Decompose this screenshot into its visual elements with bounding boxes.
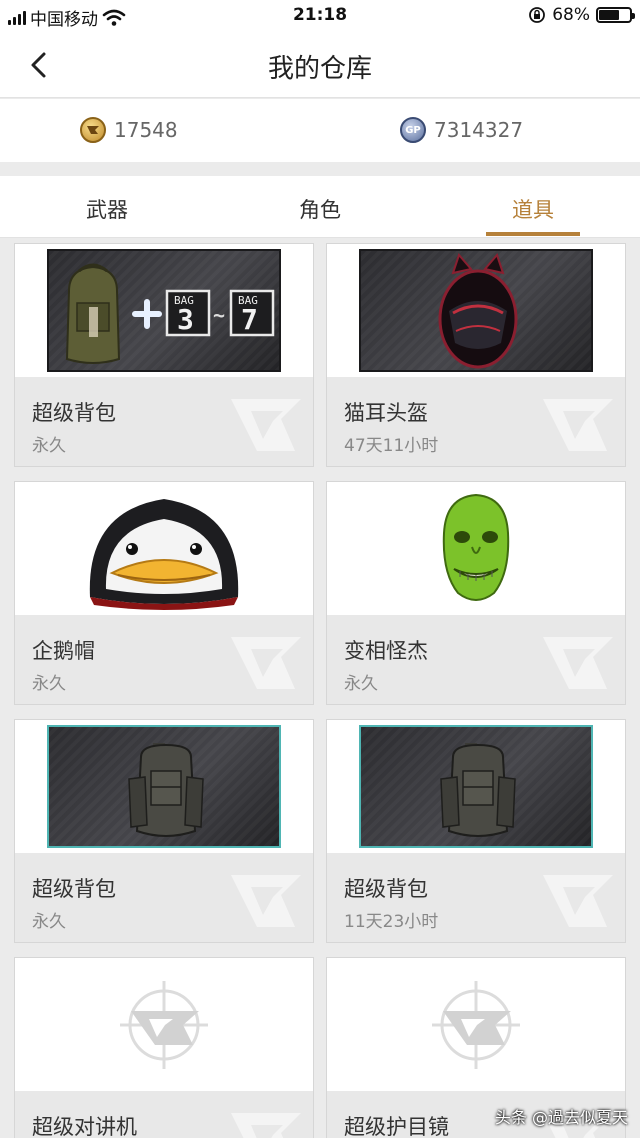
item-info: 企鹅帽 永久	[15, 615, 313, 704]
cf-watermark-icon	[543, 875, 613, 927]
battery-fill	[599, 10, 620, 20]
item-image	[15, 482, 313, 615]
bag-range-separator: ~	[213, 303, 226, 327]
item-name: 超级背包	[344, 877, 428, 901]
item-info: 超级背包 永久	[15, 853, 313, 942]
item-image: BAG 3 ~ BAG 7	[15, 244, 313, 377]
cf-points-value: 17548	[114, 118, 178, 142]
item-info: 超级背包 永久	[15, 377, 313, 466]
battery-icon	[596, 7, 635, 23]
gp-coin-icon: GP	[400, 117, 426, 143]
item-info: 超级背包 11天23小时	[327, 853, 625, 942]
cf-coin-icon	[80, 117, 106, 143]
penguin-hat-image	[89, 499, 239, 610]
item-name: 超级背包	[32, 877, 116, 901]
source-watermark: 头条 @過去似夏天	[494, 1108, 628, 1127]
item-name: 超级护目镜	[344, 1115, 449, 1138]
item-card[interactable]: 超级背包 永久	[14, 719, 314, 943]
tab-bar: 武器 角色 道具	[0, 176, 640, 238]
rotation-lock-icon	[529, 7, 546, 23]
cf-watermark-icon	[231, 399, 301, 451]
tab-items[interactable]: 道具	[473, 194, 593, 224]
item-info: 变相怪杰 永久	[327, 615, 625, 704]
page-title: 我的仓库	[267, 54, 372, 84]
item-image	[327, 720, 625, 853]
item-card[interactable]: 变相怪杰 永久	[326, 481, 626, 705]
cf-watermark-icon	[231, 1113, 301, 1138]
item-duration: 永久	[32, 436, 66, 456]
item-image	[15, 720, 313, 853]
cf-placeholder-icon	[432, 980, 520, 1069]
item-info: 猫耳头盔 47天11小时	[327, 377, 625, 466]
item-duration: 永久	[32, 912, 66, 932]
bag-to-value: 7	[241, 303, 258, 336]
gp-points: GP 7314327	[400, 117, 523, 143]
nav-bar: 我的仓库	[0, 32, 640, 98]
tab-characters[interactable]: 角色	[260, 194, 380, 224]
item-image	[327, 244, 625, 377]
cf-placeholder-icon	[120, 980, 208, 1069]
status-right: 68%	[528, 5, 635, 25]
item-name: 超级背包	[32, 401, 116, 425]
bag-expansion-banner: BAG 3 ~ BAG 7	[47, 249, 281, 372]
item-card[interactable]: 企鹅帽 永久	[14, 481, 314, 705]
item-card[interactable]: BAG 3 ~ BAG 7 超级背包 永久	[14, 243, 314, 467]
cf-watermark-icon	[231, 637, 301, 689]
item-name: 变相怪杰	[344, 639, 428, 663]
bag-from-value: 3	[177, 303, 194, 336]
tactical-backpack-image	[47, 725, 281, 848]
cf-points: 17548	[80, 117, 178, 143]
item-name: 猫耳头盔	[344, 401, 428, 425]
item-image	[327, 958, 625, 1091]
item-duration: 永久	[32, 674, 66, 694]
status-bar: 中国移动 21:18 68%	[0, 0, 640, 32]
item-duration: 47天11小时	[344, 436, 439, 456]
item-duration: 11天23小时	[344, 912, 439, 932]
item-duration: 永久	[344, 674, 378, 694]
tab-active-indicator	[486, 232, 580, 236]
item-name: 企鹅帽	[32, 639, 95, 663]
tactical-backpack-image	[359, 725, 593, 848]
item-card[interactable]: 猫耳头盔 47天11小时	[326, 243, 626, 467]
battery-percent: 68%	[552, 5, 590, 25]
cf-watermark-icon	[231, 875, 301, 927]
item-card[interactable]: 超级背包 11天23小时	[326, 719, 626, 943]
item-image	[327, 482, 625, 615]
item-image	[15, 958, 313, 1091]
gp-points-value: 7314327	[434, 118, 524, 142]
cf-watermark-icon	[543, 399, 613, 451]
currency-bar: 17548 GP 7314327	[0, 99, 640, 162]
tab-weapons[interactable]: 武器	[47, 194, 167, 224]
item-info: 超级对讲机	[15, 1091, 313, 1138]
item-name: 超级对讲机	[32, 1115, 137, 1138]
item-card[interactable]: 超级对讲机	[14, 957, 314, 1138]
cat-ear-helmet-image	[359, 249, 593, 372]
green-mask-image	[442, 493, 510, 601]
cf-watermark-icon	[543, 637, 613, 689]
